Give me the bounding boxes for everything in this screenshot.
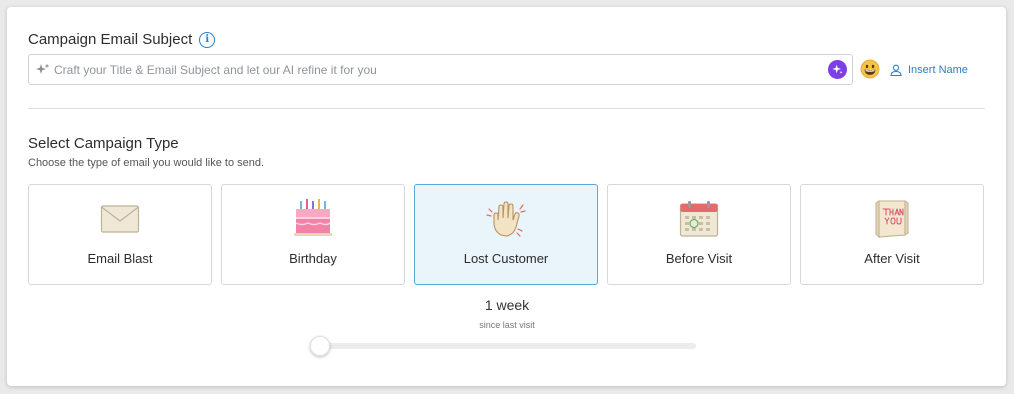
slider-track[interactable] — [320, 343, 696, 349]
campaign-settings-panel: Campaign Email Subject i Craft your Titl… — [7, 7, 1006, 386]
insert-name-label: Insert Name — [908, 64, 968, 76]
campaign-email-subject-label: Campaign Email Subject — [28, 31, 193, 48]
info-icon[interactable]: i — [199, 31, 216, 48]
sparkle-icon — [832, 64, 843, 74]
insert-name-button[interactable]: Insert Name — [890, 64, 968, 76]
campaign-type-card-lost-customer[interactable]: Lost Customer — [414, 184, 598, 285]
emoji-icon — [860, 59, 880, 79]
envelope-icon — [98, 199, 142, 239]
user-icon — [890, 64, 902, 76]
campaign-type-card-email-blast[interactable]: Email Blast — [28, 184, 212, 285]
sparkle-icon — [36, 63, 50, 77]
campaign-type-card-before-visit[interactable]: Before Visit — [607, 184, 791, 285]
emoji-picker-button[interactable] — [860, 59, 880, 79]
campaign-type-subtitle: Choose the type of email you would like … — [28, 157, 265, 169]
thank-you-card-icon — [870, 199, 914, 239]
birthday-cake-icon — [291, 199, 335, 239]
lost-customer-duration: 1 week — [484, 297, 530, 313]
ai-refine-button[interactable] — [828, 60, 847, 79]
campaign-type-card-after-visit[interactable]: After Visit — [800, 184, 984, 285]
card-label: Email Blast — [87, 251, 153, 266]
email-subject-input[interactable] — [50, 62, 828, 77]
campaign-type-title: Select Campaign Type — [28, 135, 179, 152]
card-label: Birthday — [289, 251, 337, 266]
card-label: Lost Customer — [463, 251, 549, 266]
campaign-email-subject-heading: Campaign Email Subject i — [28, 31, 216, 48]
slider-thumb[interactable] — [310, 336, 330, 356]
campaign-type-card-birthday[interactable]: Birthday — [221, 184, 405, 285]
waving-hand-icon — [484, 199, 528, 239]
card-label: Before Visit — [665, 251, 733, 266]
lost-customer-duration-slider[interactable] — [310, 336, 696, 356]
lost-customer-duration-caption: since last visit — [479, 320, 535, 330]
email-subject-field[interactable] — [28, 54, 853, 85]
calendar-icon — [677, 199, 721, 239]
section-divider — [28, 108, 985, 109]
card-label: After Visit — [864, 251, 920, 266]
